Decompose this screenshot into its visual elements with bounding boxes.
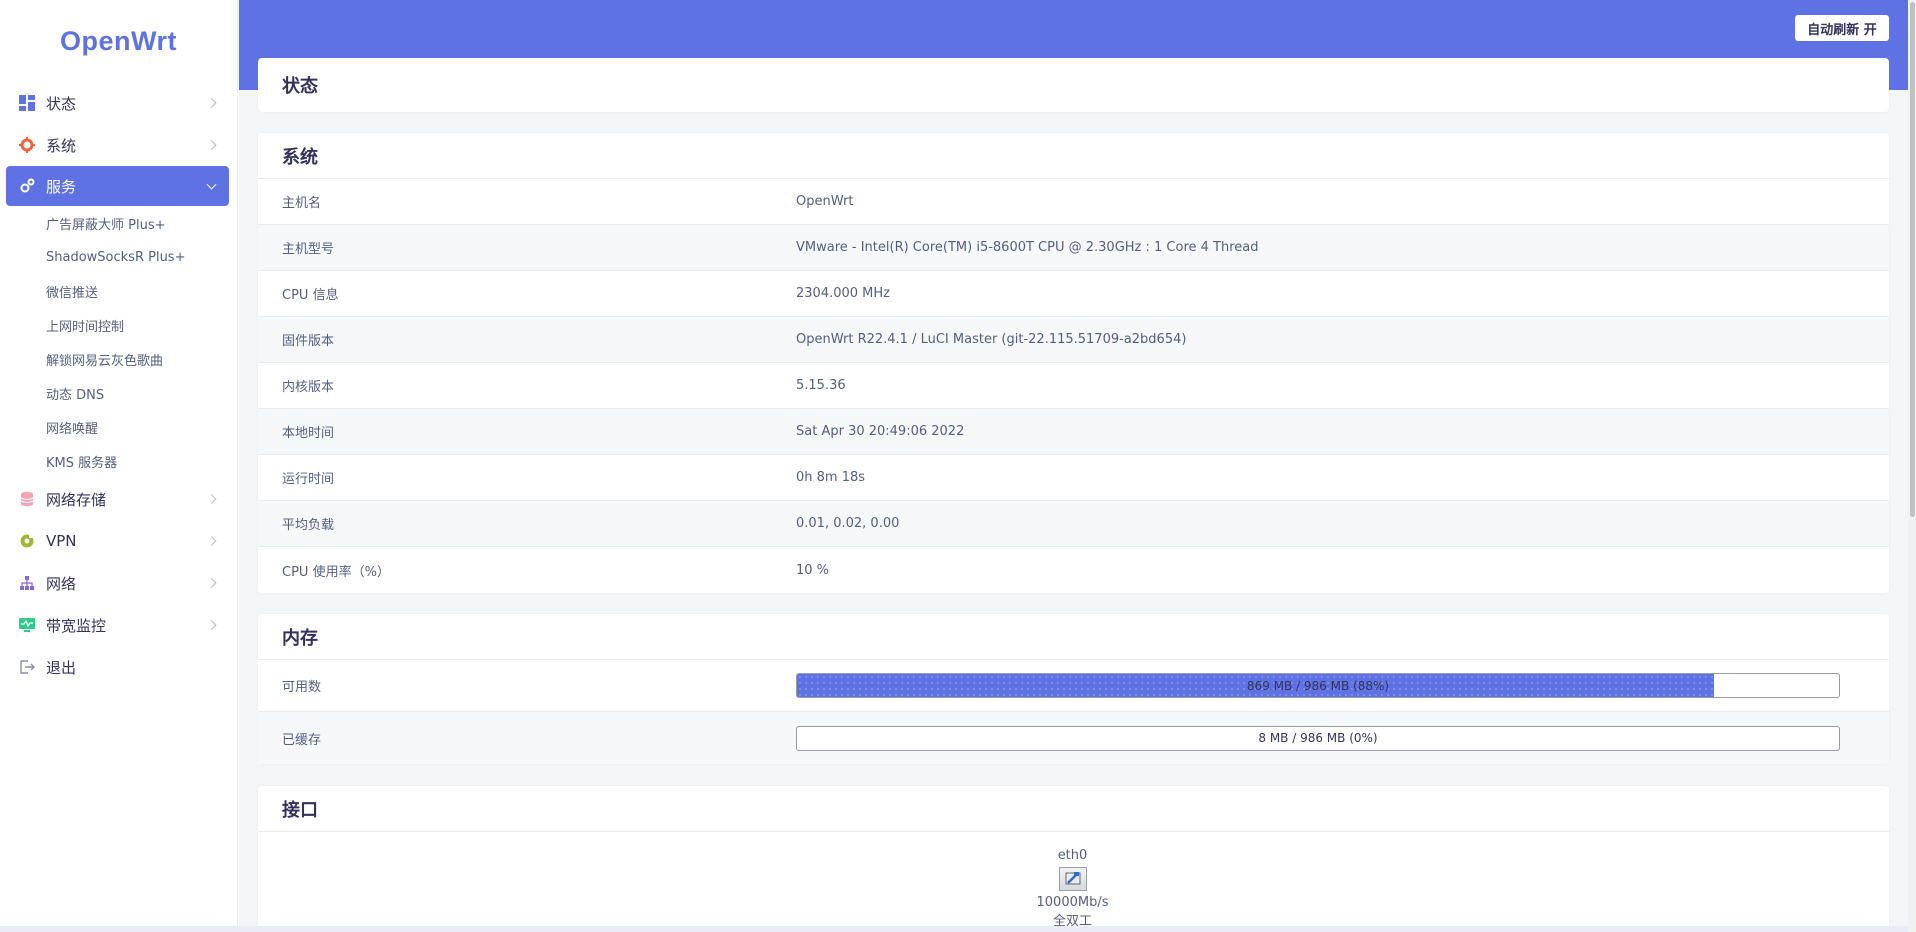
page-title-card: 状态 bbox=[258, 58, 1889, 112]
memory-cached-bar: 8 MB / 986 MB (0%) bbox=[796, 725, 1840, 751]
monitor-icon bbox=[18, 616, 36, 634]
sub-item-kms[interactable]: KMS 服务器 bbox=[0, 444, 237, 478]
dashboard-icon bbox=[18, 94, 36, 112]
scrollbar-thumb[interactable] bbox=[1910, 2, 1915, 517]
interfaces-title: 接口 bbox=[258, 786, 1889, 832]
nav-vpn-label: VPN bbox=[46, 532, 77, 550]
row-value: 5.15.36 bbox=[796, 378, 846, 393]
horizontal-scrollbar[interactable] bbox=[0, 926, 1916, 932]
row-key: 本地时间 bbox=[282, 426, 335, 441]
row-key: 内核版本 bbox=[282, 380, 335, 395]
chevron-right-icon bbox=[206, 620, 217, 630]
gear-icon bbox=[18, 136, 36, 154]
nav-vpn[interactable]: VPN bbox=[0, 520, 237, 562]
memory-title: 内存 bbox=[258, 614, 1889, 660]
chevron-right-icon bbox=[206, 494, 217, 504]
row-key: CPU 信息 bbox=[282, 288, 339, 303]
port-speed: 10000Mb/s bbox=[1036, 895, 1109, 910]
sub-item-ddns[interactable]: 动态 DNS bbox=[0, 376, 237, 410]
port-name: eth0 bbox=[1057, 848, 1088, 863]
table-row: 可用数 869 MB / 986 MB (88%) bbox=[258, 660, 1889, 712]
table-row: 主机型号 VMware - Intel(R) Core(TM) i5-8600T … bbox=[258, 225, 1889, 271]
row-value: 2304.000 MHz bbox=[796, 286, 890, 301]
sub-item-wechat-push[interactable]: 微信推送 bbox=[0, 274, 237, 308]
nav-logout[interactable]: 退出 bbox=[0, 646, 237, 688]
row-value: VMware - Intel(R) Core(TM) i5-8600T CPU … bbox=[796, 240, 1259, 255]
row-value: 10 % bbox=[796, 562, 830, 578]
table-row: 运行时间 0h 8m 18s bbox=[258, 455, 1889, 501]
nav-bandwidth-label: 带宽监控 bbox=[46, 616, 107, 635]
page-title: 状态 bbox=[282, 76, 318, 97]
vpn-icon bbox=[18, 532, 36, 550]
nav-bandwidth[interactable]: 带宽监控 bbox=[0, 604, 237, 646]
row-value: 0h 8m 18s bbox=[796, 470, 866, 485]
logout-icon bbox=[18, 658, 36, 676]
sub-item-adblock[interactable]: 广告屏蔽大师 Plus+ bbox=[0, 206, 237, 240]
table-row: CPU 信息 2304.000 MHz bbox=[258, 271, 1889, 317]
nav-services-label: 服务 bbox=[46, 177, 77, 196]
table-row: 固件版本 OpenWrt R22.4.1 / LuCI Master (git-2… bbox=[258, 317, 1889, 363]
nav-network[interactable]: 网络 bbox=[0, 562, 237, 604]
auto-refresh-button[interactable]: 自动刷新 开 bbox=[1795, 15, 1889, 41]
memory-available-bar: 869 MB / 986 MB (88%) bbox=[796, 673, 1840, 698]
chevron-right-icon bbox=[206, 98, 217, 108]
table-row: 内核版本 5.15.36 bbox=[258, 363, 1889, 409]
sub-item-ssr[interactable]: ShadowSocksR Plus+ bbox=[0, 240, 237, 274]
row-key: 平均负载 bbox=[282, 518, 335, 533]
row-key: 固件版本 bbox=[282, 334, 335, 349]
table-row: 主机名 OpenWrt bbox=[258, 179, 1889, 225]
nav-services[interactable]: 服务 bbox=[6, 166, 229, 206]
nav-storage[interactable]: 网络存储 bbox=[0, 478, 237, 520]
ethernet-port-icon bbox=[1058, 867, 1087, 891]
row-value: 0.01, 0.02, 0.00 bbox=[796, 516, 900, 531]
sub-item-wol[interactable]: 网络唤醒 bbox=[0, 410, 237, 444]
memory-card: 内存 可用数 869 MB / 986 MB (88%) 已缓存 8 MB / … bbox=[258, 614, 1889, 764]
row-value: Sat Apr 30 20:49:06 2022 bbox=[796, 424, 965, 439]
storage-icon bbox=[18, 490, 36, 508]
interface-eth0[interactable]: eth0 10000Mb/s 全双工 bbox=[1030, 848, 1115, 929]
nav-storage-label: 网络存储 bbox=[46, 490, 107, 509]
sub-item-time-control[interactable]: 上网时间控制 bbox=[0, 308, 237, 342]
chevron-down-icon bbox=[206, 179, 217, 190]
row-key: CPU 使用率（%） bbox=[282, 564, 390, 580]
sidebar: OpenWrt 状态 系统 服务 广告屏蔽大师 Plus+ ShadowSock… bbox=[0, 0, 238, 932]
nav-logout-label: 退出 bbox=[46, 658, 77, 677]
progress-label: 869 MB / 986 MB (88%) bbox=[1246, 678, 1390, 693]
chevron-right-icon bbox=[206, 578, 217, 588]
table-row: CPU 使用率（%） 10 % bbox=[258, 547, 1889, 593]
network-icon bbox=[18, 574, 36, 592]
nav-network-label: 网络 bbox=[46, 574, 77, 593]
row-key: 运行时间 bbox=[282, 472, 335, 487]
nav-system[interactable]: 系统 bbox=[0, 124, 237, 166]
system-card: 系统 主机名 OpenWrt 主机型号 VMware - Intel(R) Core… bbox=[258, 133, 1889, 593]
row-key: 主机型号 bbox=[282, 242, 335, 257]
chevron-right-icon bbox=[206, 536, 217, 546]
nav-status-label: 状态 bbox=[46, 94, 77, 113]
sub-item-unblock-music[interactable]: 解锁网易云灰色歌曲 bbox=[0, 342, 237, 376]
openwrt-logo[interactable]: OpenWrt bbox=[0, 0, 237, 82]
row-key: 可用数 bbox=[282, 680, 322, 695]
nav-system-label: 系统 bbox=[46, 136, 77, 155]
table-row: 平均负载 0.01, 0.02, 0.00 bbox=[258, 501, 1889, 547]
system-title: 系统 bbox=[258, 133, 1889, 179]
row-value: OpenWrt bbox=[796, 194, 854, 209]
chevron-right-icon bbox=[206, 140, 217, 150]
nav-status[interactable]: 状态 bbox=[0, 82, 237, 124]
row-key: 已缓存 bbox=[282, 732, 322, 748]
row-value: OpenWrt R22.4.1 / LuCI Master (git-22.11… bbox=[796, 332, 1187, 347]
row-key: 主机名 bbox=[282, 196, 322, 211]
services-icon bbox=[18, 177, 36, 195]
progress-label: 8 MB / 986 MB (0%) bbox=[1258, 731, 1378, 745]
table-row: 已缓存 8 MB / 986 MB (0%) bbox=[258, 712, 1889, 764]
table-row: 本地时间 Sat Apr 30 20:49:06 2022 bbox=[258, 409, 1889, 455]
